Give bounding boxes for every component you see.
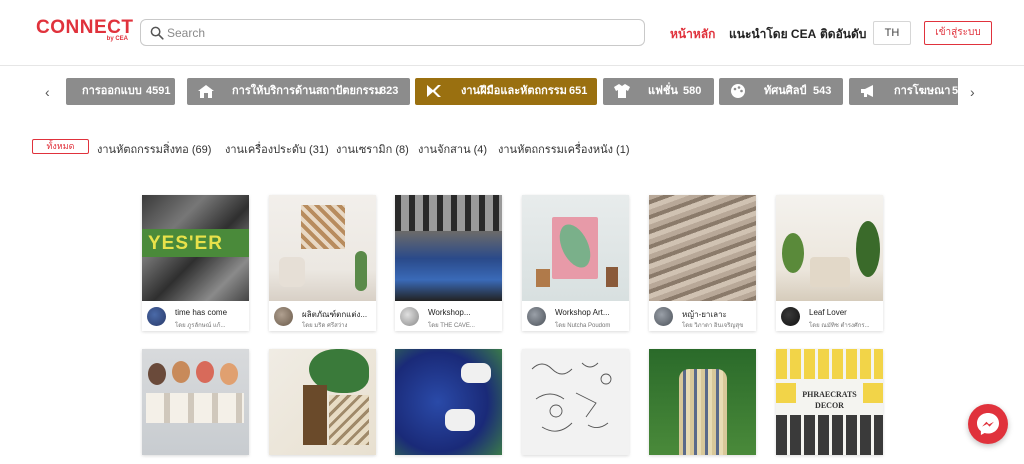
category-label: การออกแบบ: [82, 85, 142, 97]
avatar: [147, 307, 166, 326]
card-thumbnail[interactable]: [269, 195, 376, 301]
portfolio-card[interactable]: ผลิตภัณฑ์ตกแต่ง... โดย มริด ศรีสว่าง: [269, 195, 376, 331]
category-carousel: ‹ การออกแบบ 4591 การให้บริการด้านสถาปัตย…: [0, 66, 1024, 118]
category-count: 4591: [146, 85, 171, 97]
portfolio-card[interactable]: Leaf Lover โดย ณมัทิช ตำรงศักร...: [776, 195, 883, 331]
category-count: 823: [380, 85, 399, 97]
portfolio-card[interactable]: หญ้า-ยาเลาะ โดย วิภาดา อินเจริญสุข: [649, 195, 756, 331]
logo-text: CONNECT: [36, 17, 134, 38]
messenger-icon: [977, 413, 999, 435]
portfolio-card[interactable]: [522, 349, 629, 455]
card-thumbnail[interactable]: [776, 195, 883, 301]
filter-weaving[interactable]: งานจักสาน (4): [418, 140, 487, 158]
category-label: แฟชั่น: [648, 85, 678, 97]
portfolio-card[interactable]: [142, 349, 249, 455]
card-author: โดย ณมัทิช ตำรงศักร...: [809, 323, 870, 329]
card-author: โดย Nutcha Poudom: [555, 323, 611, 329]
thumbnail-text: YES'ER: [148, 233, 223, 254]
megaphone-icon: [861, 85, 873, 97]
category-label: งานฝีมือและหัตถกรรม: [461, 85, 567, 97]
top-header: CONNECT by CEA หน้าหลัก แนะนำโดย CEA ติด…: [0, 0, 1024, 66]
language-button[interactable]: TH: [873, 21, 911, 45]
nav-recommended[interactable]: แนะนำโดย CEA: [729, 25, 816, 44]
portfolio-card[interactable]: PHRAECRATS DECOR: [776, 349, 883, 455]
card-thumbnail[interactable]: [142, 349, 249, 455]
card-author: โดย วิภาดา อินเจริญสุข: [682, 323, 744, 329]
sketch-drawing: [531, 362, 612, 432]
category-label: ทัศนศิลป์: [764, 85, 807, 97]
filter-leather[interactable]: งานหัตถกรรมเครื่องหนัง (1): [498, 140, 630, 158]
card-thumbnail[interactable]: PHRAECRATS DECOR: [776, 349, 883, 455]
portfolio-card[interactable]: Workshop Art... โดย Nutcha Poudom: [522, 195, 629, 331]
palette-icon: [731, 84, 745, 98]
filter-jewelry[interactable]: งานเครื่องประดับ (31): [225, 140, 329, 158]
search-icon: [150, 26, 164, 40]
chevron-right-icon[interactable]: ›: [970, 84, 975, 100]
avatar: [781, 307, 800, 326]
card-author: โดย THE CAVE...: [428, 323, 475, 329]
category-count: 580: [683, 85, 702, 97]
filter-ceramic[interactable]: งานเซรามิก (8): [336, 140, 409, 158]
filter-all[interactable]: ทั้งหมด: [32, 139, 89, 154]
card-title: time has come: [175, 308, 228, 317]
portfolio-card[interactable]: [269, 349, 376, 455]
avatar: [274, 307, 293, 326]
logo-subtext: by CEA: [106, 36, 128, 42]
category-design[interactable]: การออกแบบ 4591: [66, 78, 175, 105]
shirt-icon: [614, 84, 630, 98]
card-thumbnail[interactable]: [649, 349, 756, 455]
portfolio-card[interactable]: [395, 349, 502, 455]
category-count: 5: [952, 85, 958, 97]
messenger-chat-button[interactable]: [968, 404, 1008, 444]
craft-tools-icon: [427, 85, 441, 97]
card-thumbnail[interactable]: [522, 195, 629, 301]
card-thumbnail[interactable]: [269, 349, 376, 455]
card-title: Workshop...: [428, 308, 471, 317]
nav-ranking[interactable]: ติดอันดับ: [820, 25, 866, 44]
category-advertising[interactable]: การโฆษณา 5: [849, 78, 958, 105]
connect-logo[interactable]: CONNECT by CEA: [36, 17, 134, 44]
category-label: การโฆษณา: [894, 85, 951, 97]
search-input[interactable]: [167, 23, 627, 43]
category-fashion[interactable]: แฟชั่น 580: [603, 78, 714, 105]
category-count: 651: [569, 85, 588, 97]
category-label: การให้บริการด้านสถาปัตยกรรม: [232, 85, 382, 97]
category-visual-art[interactable]: ทัศนศิลป์ 543: [719, 78, 843, 105]
house-icon: [198, 85, 214, 98]
category-count: 543: [813, 85, 832, 97]
login-button[interactable]: เข้าสู่ระบบ: [924, 21, 992, 45]
nav-home[interactable]: หน้าหลัก: [670, 25, 715, 44]
avatar: [527, 307, 546, 326]
category-track: การออกแบบ 4591 การให้บริการด้านสถาปัตยกร…: [66, 78, 958, 105]
category-craft[interactable]: งานฝีมือและหัตถกรรม 651: [415, 78, 597, 105]
card-author: โดย ภูรลักษณ์ แก้...: [175, 323, 226, 329]
card-title: Leaf Lover: [809, 308, 847, 317]
portfolio-card[interactable]: [649, 349, 756, 455]
filter-textile[interactable]: งานหัตถกรรมสิ่งทอ (69): [97, 140, 211, 158]
portfolio-card[interactable]: YES'ER time has come โดย ภูรลักษณ์ แก้..…: [142, 195, 249, 331]
thumbnail-text: PHRAECRATS DECOR: [802, 390, 857, 410]
card-thumbnail[interactable]: [649, 195, 756, 301]
card-thumbnail[interactable]: [395, 349, 502, 455]
card-author: โดย มริด ศรีสว่าง: [302, 323, 348, 329]
search-box[interactable]: [140, 19, 645, 46]
card-thumbnail[interactable]: [395, 195, 502, 301]
category-architecture[interactable]: การให้บริการด้านสถาปัตยกรรม 823: [187, 78, 410, 105]
card-title: Workshop Art...: [555, 308, 610, 317]
card-thumbnail[interactable]: YES'ER: [142, 195, 249, 301]
avatar: [654, 307, 673, 326]
portfolio-card[interactable]: Workshop... โดย THE CAVE...: [395, 195, 502, 331]
chevron-left-icon[interactable]: ‹: [45, 84, 50, 100]
avatar: [400, 307, 419, 326]
card-thumbnail[interactable]: [522, 349, 629, 455]
